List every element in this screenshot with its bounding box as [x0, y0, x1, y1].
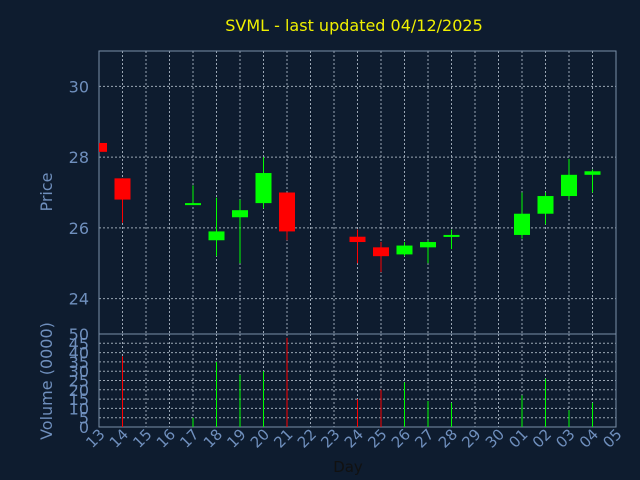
- candle-body: [208, 231, 225, 241]
- candle-body: [185, 203, 201, 206]
- x-tick-label: 26: [388, 425, 414, 451]
- chart-title: SVML - last updated 04/12/2025: [225, 16, 483, 35]
- candle-body: [114, 178, 131, 200]
- x-tick-label: 21: [270, 425, 296, 451]
- x-tick-label: 05: [599, 425, 625, 451]
- candle-body: [420, 242, 436, 248]
- x-axis-label: Day: [333, 458, 363, 476]
- x-tick-label: 24: [341, 425, 367, 451]
- x-tick-label: 15: [129, 425, 155, 451]
- x-tick-label: 20: [247, 425, 273, 451]
- price-axis-label: Price: [37, 172, 56, 211]
- x-tick-label: 22: [294, 425, 320, 451]
- x-tick-label: 18: [200, 425, 226, 451]
- candle-body: [279, 192, 295, 232]
- x-tick-label: 16: [153, 425, 179, 451]
- candle-body: [537, 196, 554, 214]
- x-tick-label: 25: [364, 425, 390, 451]
- x-tick-label: 29: [458, 425, 484, 451]
- x-tick-label: 27: [411, 425, 437, 451]
- x-tick-label: 02: [529, 425, 555, 451]
- candle-body: [232, 210, 248, 218]
- candle-body: [373, 247, 389, 257]
- x-tick-label: 17: [176, 425, 202, 451]
- x-tick-label: 23: [317, 425, 343, 451]
- x-tick-label: 03: [552, 425, 578, 451]
- candlestick-chart: SVML - last updated 04/12/2025 Price Vol…: [37, 16, 626, 476]
- candle-body: [561, 174, 577, 197]
- x-tick-label: 01: [505, 425, 531, 451]
- price-tick-label: 30: [69, 77, 89, 96]
- candle-body: [349, 236, 366, 243]
- x-tick-label: 04: [576, 425, 602, 451]
- x-tick-label: 19: [223, 425, 249, 451]
- candle-body: [99, 142, 107, 152]
- candle-body: [514, 213, 530, 235]
- volume-axis-label: Volume (0000): [37, 322, 56, 440]
- candles-group: [99, 142, 601, 273]
- x-tick-label: 28: [435, 425, 461, 451]
- price-tick-label: 26: [69, 219, 89, 238]
- candle-body: [443, 234, 460, 237]
- price-tick-label: 24: [69, 290, 89, 309]
- candle-body: [396, 245, 413, 255]
- candle-body: [584, 171, 601, 175]
- x-tick-label: 14: [106, 425, 132, 451]
- x-tick-label: 30: [482, 425, 508, 451]
- candle-body: [255, 173, 272, 204]
- price-tick-label: 28: [69, 148, 89, 167]
